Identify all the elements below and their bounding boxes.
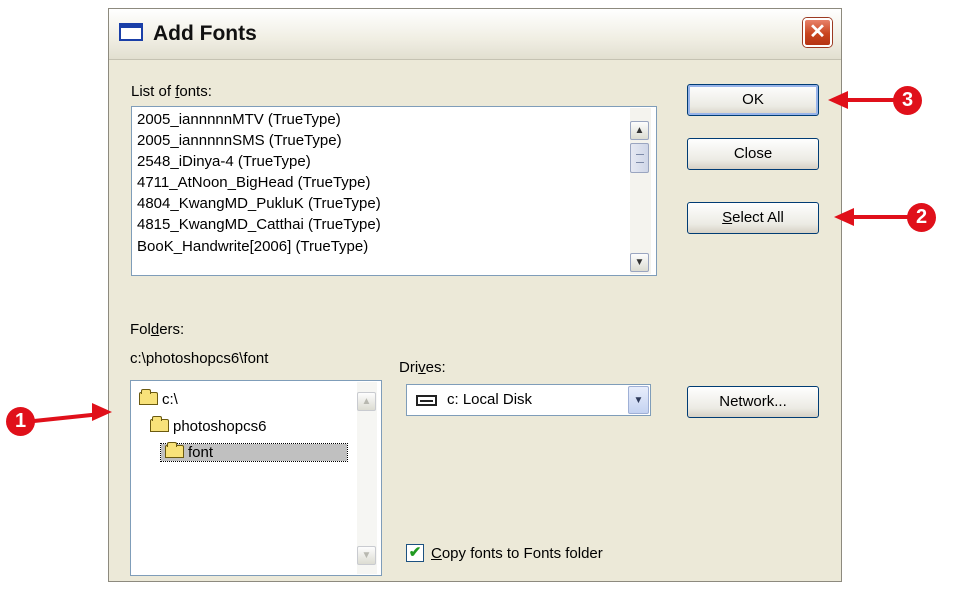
add-fonts-dialog: Add Fonts ✕ List of fonts: 2005_iannnnnM… bbox=[108, 8, 842, 582]
folder-label: c:\ bbox=[162, 391, 178, 408]
open-folder-icon bbox=[139, 389, 158, 405]
drives-dropdown-button[interactable]: ▼ bbox=[628, 386, 649, 414]
fonts-list-label-part: List of bbox=[131, 83, 176, 100]
select-all-button[interactable]: Select All bbox=[687, 202, 819, 234]
checkmark-icon: ✔ bbox=[408, 544, 422, 561]
folders-tree[interactable]: c:\ photoshopcs6 font ▲ ▼ bbox=[130, 380, 382, 576]
drives-selected-value: c: Local Disk bbox=[447, 391, 533, 408]
folders-label-part: ers: bbox=[159, 321, 185, 338]
title-bar[interactable]: Add Fonts ✕ bbox=[109, 9, 841, 60]
drives-label-accel: v bbox=[418, 359, 426, 376]
open-folder-icon bbox=[150, 416, 169, 432]
folder-item-font[interactable]: font bbox=[160, 442, 348, 462]
window-icon bbox=[119, 23, 143, 41]
list-item[interactable]: 2548_iDinya-4 (TrueType) bbox=[137, 153, 311, 170]
folder-label: font bbox=[188, 444, 214, 461]
ok-button[interactable]: OK bbox=[687, 84, 819, 116]
copy-fonts-checkbox[interactable]: ✔ bbox=[406, 544, 424, 562]
step-2-arrow-head bbox=[834, 208, 854, 226]
close-icon: ✕ bbox=[809, 21, 826, 43]
copy-fonts-label-part: opy fonts to Fonts folder bbox=[441, 545, 603, 562]
scroll-down-icon: ▼ bbox=[634, 257, 645, 268]
scroll-thumb[interactable] bbox=[630, 143, 649, 173]
close-button[interactable]: Close bbox=[687, 138, 819, 170]
chevron-down-icon: ▼ bbox=[633, 395, 644, 406]
drives-label-part: Dri bbox=[399, 359, 419, 376]
scroll-down-button[interactable]: ▼ bbox=[630, 253, 649, 272]
list-item[interactable]: BooK_Handwrite[2006] (TrueType) bbox=[137, 238, 368, 255]
scroll-down-button[interactable]: ▼ bbox=[357, 546, 376, 565]
drives-label: Drives: bbox=[399, 359, 446, 376]
step-3-marker: 3 bbox=[893, 86, 922, 115]
folders-label: Folders: bbox=[130, 321, 184, 338]
current-folder-path: c:\photoshopcs6\font bbox=[130, 350, 269, 367]
folders-label-part: Fol bbox=[130, 321, 151, 338]
list-item[interactable]: 2005_iannnnnMTV (TrueType) bbox=[137, 111, 341, 128]
fonts-scrollbar[interactable]: ▲ ▼ bbox=[630, 108, 651, 274]
select-all-label: elect All bbox=[732, 209, 784, 226]
folders-scrollbar[interactable]: ▲ ▼ bbox=[357, 382, 377, 574]
copy-fonts-label[interactable]: Copy fonts to Fonts folder bbox=[431, 545, 603, 562]
step-1-arrow-head bbox=[92, 403, 112, 421]
drives-label-part: es: bbox=[425, 359, 446, 376]
step-2-marker: 2 bbox=[907, 203, 936, 232]
step-3-arrow-head bbox=[828, 91, 848, 109]
list-item[interactable]: 4815_KwangMD_Catthai (TrueType) bbox=[137, 216, 381, 233]
network-button[interactable]: Network... bbox=[687, 386, 819, 418]
step-2-arrow-line bbox=[852, 215, 910, 219]
step-1-arrow-line bbox=[33, 412, 94, 423]
select-all-accel: S bbox=[722, 209, 733, 226]
list-item[interactable]: 4711_AtNoon_BigHead (TrueType) bbox=[137, 174, 370, 191]
step-1-marker: 1 bbox=[6, 407, 35, 436]
scroll-down-icon: ▼ bbox=[361, 550, 372, 561]
close-window-button[interactable]: ✕ bbox=[803, 18, 832, 47]
scroll-up-button[interactable]: ▲ bbox=[357, 392, 376, 411]
scroll-up-button[interactable]: ▲ bbox=[630, 121, 649, 140]
scroll-up-icon: ▲ bbox=[634, 125, 645, 136]
list-item[interactable]: 4804_KwangMD_PukluK (TrueType) bbox=[137, 195, 381, 212]
copy-fonts-label-accel: C bbox=[431, 545, 442, 562]
dialog-title: Add Fonts bbox=[153, 22, 257, 45]
fonts-list-label-part: onts: bbox=[179, 83, 212, 100]
drives-select[interactable]: c: Local Disk ▼ bbox=[406, 384, 651, 416]
step-3-arrow-line bbox=[846, 98, 896, 102]
list-item[interactable]: 2005_iannnnnSMS (TrueType) bbox=[137, 132, 342, 149]
folders-label-accel: d bbox=[150, 321, 160, 338]
fonts-listbox[interactable]: 2005_iannnnnMTV (TrueType) 2005_iannnnnS… bbox=[131, 106, 657, 276]
folder-item-photoshopcs6[interactable]: photoshopcs6 bbox=[150, 416, 267, 435]
open-folder-icon bbox=[165, 442, 184, 458]
folder-item-root[interactable]: c:\ bbox=[139, 389, 178, 408]
scroll-up-icon: ▲ bbox=[361, 396, 372, 407]
fonts-list-label: List of fonts: bbox=[131, 83, 212, 100]
folder-label: photoshopcs6 bbox=[173, 418, 267, 435]
hard-drive-icon bbox=[416, 395, 437, 406]
